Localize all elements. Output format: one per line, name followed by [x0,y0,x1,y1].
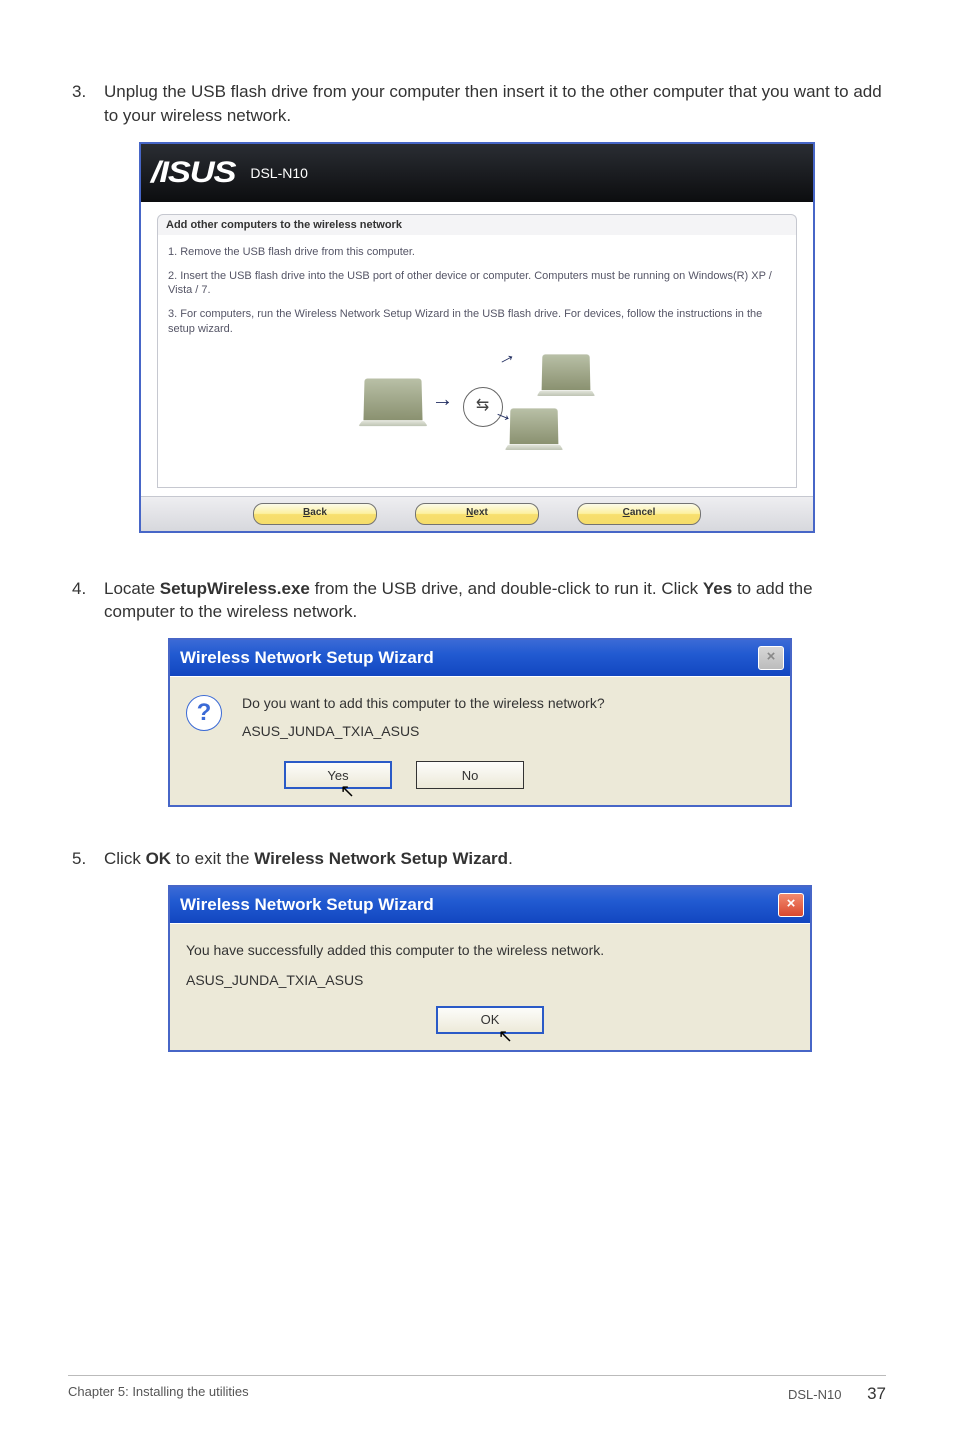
model-label: DSL-N10 [250,165,308,181]
question-icon: ? [186,695,222,731]
wizard-header: /ISUS DSL-N10 [141,144,813,202]
instruction-step-5: 5. Click OK to exit the Wireless Network… [68,847,886,871]
step-text: Unplug the USB flash drive from your com… [104,80,886,128]
page-footer: Chapter 5: Installing the utilities DSL-… [68,1375,886,1404]
footer-chapter: Chapter 5: Installing the utilities [68,1384,249,1404]
laptop-icon [541,354,590,390]
laptop-icon [364,379,423,421]
dialog-title: Wireless Network Setup Wizard [180,895,434,915]
footer-page-number: 37 [867,1384,886,1403]
close-icon[interactable]: × [758,646,784,670]
yes-button[interactable]: Yes ↖ [284,761,392,789]
step-number: 4. [68,577,104,625]
dialog-titlebar: Wireless Network Setup Wizard × [170,640,790,676]
panel-line-2: 2. Insert the USB flash drive into the U… [168,269,786,298]
dialog-title: Wireless Network Setup Wizard [180,648,434,668]
back-button[interactable]: Back [253,503,377,525]
confirm-dialog: Wireless Network Setup Wizard × ? Do you… [168,638,792,807]
dialog-question: Do you want to add this computer to the … [242,695,605,711]
step-text: Locate SetupWireless.exe from the USB dr… [104,577,886,625]
wizard-footer: Back Next Cancel [141,496,813,531]
cursor-icon: ↖ [340,781,355,802]
illustration: → ⇆ → → [168,354,786,444]
footer-model: DSL-N10 [788,1387,841,1402]
step-text: Click OK to exit the Wireless Network Se… [104,847,886,871]
cancel-button[interactable]: Cancel [577,503,701,525]
instruction-step-4: 4. Locate SetupWireless.exe from the USB… [68,577,886,625]
instruction-step-3: 3. Unplug the USB flash drive from your … [68,80,886,128]
dialog-network-name: ASUS_JUNDA_TXIA_ASUS [242,723,605,739]
dialog-titlebar: Wireless Network Setup Wizard × [170,887,810,923]
dialog-network-name: ASUS_JUNDA_TXIA_ASUS [186,972,794,988]
arrow-right-icon: → [431,386,453,412]
dialog-message: You have successfully added this compute… [186,942,794,958]
success-dialog: Wireless Network Setup Wizard × You have… [168,885,812,1052]
asus-wizard-window: /ISUS DSL-N10 Add other computers to the… [139,142,815,533]
asus-logo: /ISUS [151,156,235,190]
next-button[interactable]: Next [415,503,539,525]
panel-content: 1. Remove the USB flash drive from this … [157,235,797,488]
step-number: 5. [68,847,104,871]
no-button[interactable]: No [416,761,524,789]
step-number: 3. [68,80,104,128]
cursor-icon: ↖ [498,1026,513,1047]
panel-line-3: 3. For computers, run the Wireless Netwo… [168,307,786,336]
close-icon[interactable]: × [778,893,804,917]
panel-title: Add other computers to the wireless netw… [157,214,797,235]
ok-button[interactable]: OK ↖ [436,1006,544,1034]
arrow-diag-up-icon: → [491,343,519,373]
panel-line-1: 1. Remove the USB flash drive from this … [168,245,786,259]
laptop-icon [509,408,558,444]
